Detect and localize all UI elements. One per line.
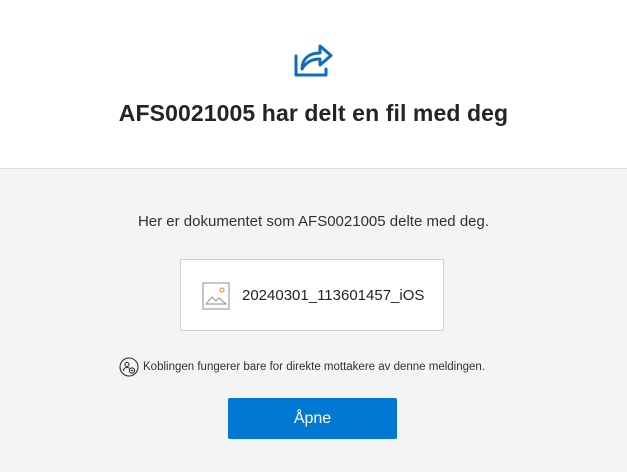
file-card[interactable]: 20240301_113601457_iOS xyxy=(180,259,444,331)
people-link-icon xyxy=(119,357,139,377)
share-message: Her er dokumentet som AFS0021005 delte m… xyxy=(137,213,490,230)
main-content: Her er dokumentet som AFS0021005 delte m… xyxy=(0,169,627,472)
page-title: AFS0021005 har delt en fil med deg xyxy=(118,100,509,126)
image-file-icon xyxy=(202,282,230,310)
open-button[interactable]: Åpne xyxy=(228,398,397,439)
recipient-notice: Koblingen fungerer bare for direkte mott… xyxy=(119,357,485,377)
notice-text: Koblingen fungerer bare for direkte mott… xyxy=(143,361,486,373)
header: AFS0021005 har delt en fil med deg xyxy=(0,0,627,169)
file-name[interactable]: 20240301_113601457_iOS xyxy=(242,287,424,304)
share-arrow-icon xyxy=(294,44,333,77)
